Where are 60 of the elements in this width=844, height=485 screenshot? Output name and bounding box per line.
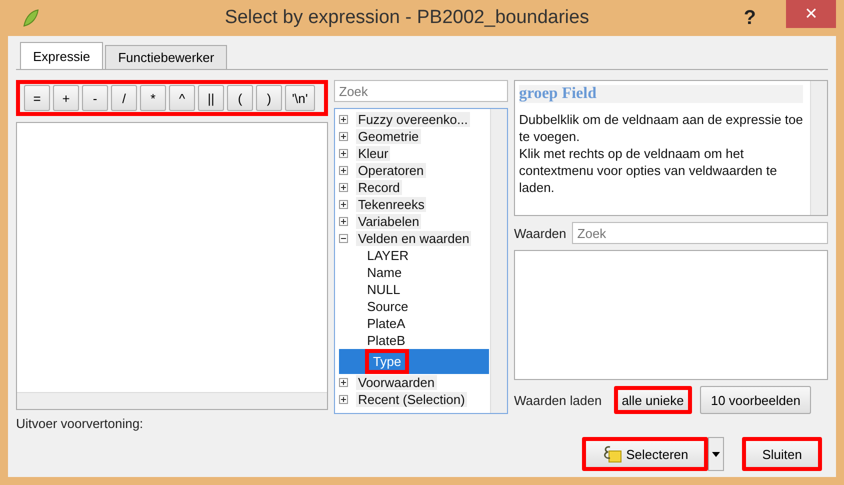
load-values-button[interactable]: alle unieke xyxy=(614,386,692,414)
operator-button[interactable]: - xyxy=(82,85,108,111)
tree-item[interactable]: LAYER xyxy=(365,248,411,263)
tree-item[interactable]: Tekenreeks xyxy=(356,197,426,212)
operator-button[interactable]: + xyxy=(53,85,79,111)
preview-label: Uitvoer voorvertoning: xyxy=(16,416,144,431)
expand-icon[interactable] xyxy=(339,132,348,141)
expand-icon[interactable] xyxy=(339,183,348,192)
operator-button[interactable]: ( xyxy=(227,85,253,111)
tree-item[interactable]: Record xyxy=(356,180,402,195)
help-title: groep Field xyxy=(519,85,803,103)
tree-item[interactable]: NULL xyxy=(365,282,402,297)
expand-icon[interactable] xyxy=(339,166,348,175)
operator-button[interactable]: = xyxy=(24,85,50,111)
vertical-scrollbar[interactable] xyxy=(490,109,507,413)
expand-icon[interactable] xyxy=(339,200,348,209)
tree-item[interactable]: PlateB xyxy=(365,333,408,348)
leaf-logo-icon xyxy=(22,8,40,28)
dropdown-button[interactable] xyxy=(708,437,724,471)
tree-item[interactable]: Kleur xyxy=(356,146,390,161)
operator-button[interactable]: '\n' xyxy=(285,85,315,111)
operator-button[interactable]: / xyxy=(111,85,137,111)
tree-item[interactable]: Operatoren xyxy=(356,163,426,178)
help-button[interactable]: ? xyxy=(744,6,756,30)
window-title: Select by expression - PB2002_boundaries xyxy=(224,7,590,29)
load-values-label: Waarden laden xyxy=(514,392,602,408)
load-values-button[interactable]: 10 voorbeelden xyxy=(700,386,812,414)
tree-item[interactable]: Geometrie xyxy=(356,129,421,144)
expand-icon[interactable] xyxy=(339,217,348,226)
tree-item[interactable]: Voorwaarden xyxy=(356,375,437,390)
operator-button[interactable]: * xyxy=(140,85,166,111)
expression-icon xyxy=(602,445,622,463)
expand-icon[interactable] xyxy=(339,149,348,158)
tab[interactable]: Functiebewerker xyxy=(105,45,228,69)
expand-icon[interactable] xyxy=(339,395,348,404)
vertical-scrollbar[interactable] xyxy=(810,81,827,215)
tree-item[interactable]: Name xyxy=(365,265,404,280)
close-button[interactable]: ✕ xyxy=(786,0,836,28)
tree-item[interactable]: Velden en waarden xyxy=(356,231,472,246)
operator-button[interactable]: ) xyxy=(256,85,282,111)
tree-item[interactable]: PlateA xyxy=(365,316,408,331)
tree-item[interactable]: Variabelen xyxy=(356,214,422,229)
operator-button[interactable]: || xyxy=(198,85,224,111)
values-search-field[interactable]: Zoek xyxy=(572,222,828,244)
search-field[interactable]: Zoek xyxy=(334,80,508,102)
tab[interactable]: Expressie xyxy=(20,42,104,69)
operator-button[interactable]: ^ xyxy=(169,85,195,111)
tree-item[interactable]: Recent (Selection) xyxy=(356,392,467,407)
tree-item[interactable]: Fuzzy overeenko... xyxy=(356,112,470,127)
close-dialog-button[interactable]: Sluiten xyxy=(742,437,822,471)
caret-icon xyxy=(712,452,720,456)
help-text: Dubbelklik om de veldnaam aan de expressie toe te voegen. xyxy=(519,111,803,145)
help-text: Klik met rechts op de veldnaam om het contextmenu voor opties van veldwaarden te laden. xyxy=(519,145,778,196)
expand-icon[interactable] xyxy=(339,115,348,124)
select-button[interactable]: Selecteren xyxy=(582,437,708,471)
horizontal-scrollbar[interactable] xyxy=(17,392,327,409)
tree-item[interactable]: Source xyxy=(365,299,410,314)
values-label: Waarden xyxy=(514,226,566,240)
collapse-icon[interactable] xyxy=(339,234,348,243)
expand-icon[interactable] xyxy=(339,378,348,387)
